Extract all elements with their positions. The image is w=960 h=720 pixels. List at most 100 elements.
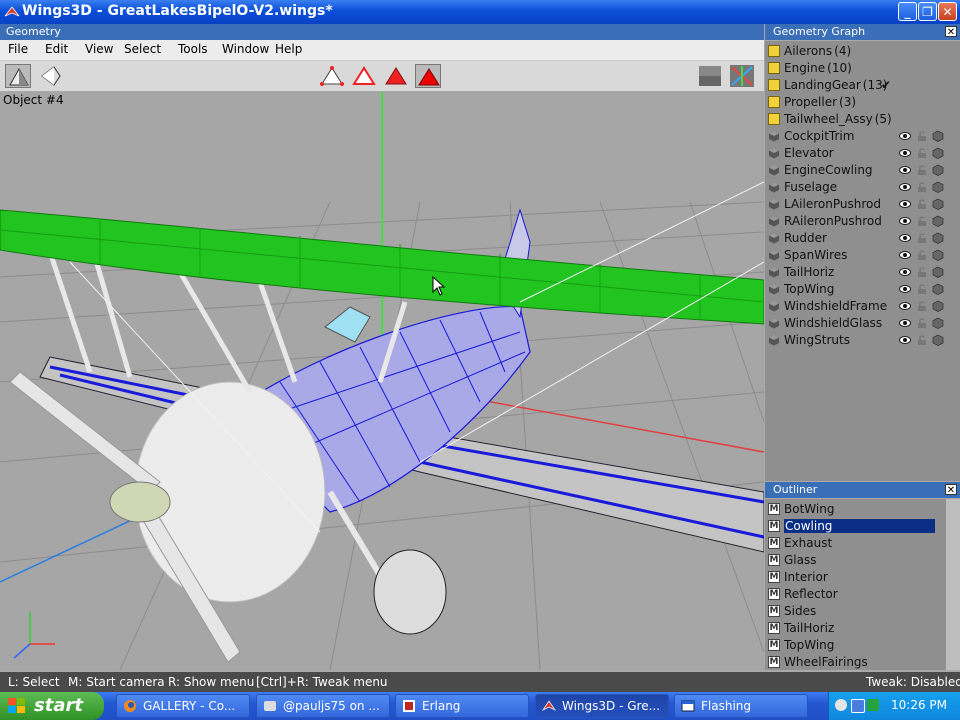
folder-count: (10) [827, 61, 852, 75]
maximize-button[interactable]: ❐ [918, 2, 937, 21]
graph-object-windshieldglass[interactable]: WindshieldGlass [765, 315, 960, 332]
wire-cube-icon[interactable] [932, 164, 944, 176]
visibility-eye-icon[interactable] [899, 283, 911, 295]
visibility-eye-icon[interactable] [899, 198, 911, 210]
wire-cube-icon[interactable] [932, 130, 944, 142]
groundplane-toggle-button[interactable] [697, 64, 723, 88]
graph-object-spanwires[interactable]: SpanWires [765, 247, 960, 264]
graph-object-laileronpushrod[interactable]: LAileronPushrod [765, 196, 960, 213]
lock-icon[interactable] [916, 232, 928, 244]
outliner-item-topwing[interactable]: M TopWing [765, 637, 960, 654]
outliner-item-cowling[interactable]: M Cowling [765, 518, 960, 535]
graph-folder-tailwheel[interactable]: Tailwheel_Assy (5) [765, 111, 960, 128]
graph-folder-ailerons[interactable]: Ailerons (4) [765, 43, 960, 60]
menu-select[interactable]: Select [124, 42, 161, 56]
graph-object-tailhoriz[interactable]: TailHoriz [765, 264, 960, 281]
body-mode-button[interactable] [415, 64, 441, 88]
geometry-graph-close-button[interactable]: ✕ [945, 26, 957, 38]
lock-icon[interactable] [916, 215, 928, 227]
lock-icon[interactable] [916, 266, 928, 278]
task-wings3d[interactable]: Wings3D - Gre... [535, 694, 669, 718]
menu-window[interactable]: Window [222, 42, 269, 56]
wire-cube-icon[interactable] [932, 283, 944, 295]
lock-icon[interactable] [916, 147, 928, 159]
graph-folder-engine[interactable]: Engine (10) [765, 60, 960, 77]
lock-icon[interactable] [916, 283, 928, 295]
wire-cube-icon[interactable] [932, 181, 944, 193]
task-erlang[interactable]: Erlang [395, 694, 529, 718]
graph-object-elevator[interactable]: Elevator [765, 145, 960, 162]
tray-help-icon[interactable] [835, 699, 847, 711]
wire-cube-icon[interactable] [932, 249, 944, 261]
edge-mode-button[interactable] [351, 64, 377, 88]
graph-object-rudder[interactable]: Rudder [765, 230, 960, 247]
tray-security-icon[interactable] [867, 699, 879, 711]
outliner-item-glass[interactable]: M Glass [765, 552, 960, 569]
outliner-item-sides[interactable]: M Sides [765, 603, 960, 620]
close-button[interactable]: ✕ [938, 2, 957, 21]
visibility-eye-icon[interactable] [899, 232, 911, 244]
visibility-eye-icon[interactable] [899, 249, 911, 261]
tray-network-icon[interactable] [851, 699, 865, 713]
visibility-eye-icon[interactable] [899, 317, 911, 329]
outliner-close-button[interactable]: ✕ [945, 484, 957, 496]
face-mode-button[interactable] [383, 64, 409, 88]
wire-cube-icon[interactable] [932, 198, 944, 210]
lock-icon[interactable] [916, 198, 928, 210]
visibility-eye-icon[interactable] [899, 334, 911, 346]
wire-cube-icon[interactable] [932, 215, 944, 227]
lock-icon[interactable] [916, 300, 928, 312]
task-firefox[interactable]: GALLERY - Co... [116, 694, 250, 718]
wire-cube-icon[interactable] [932, 300, 944, 312]
graph-object-fuselage[interactable]: Fuselage [765, 179, 960, 196]
minimize-button[interactable]: _ [898, 2, 917, 21]
graph-folder-propeller[interactable]: Propeller (3) [765, 94, 960, 111]
flat-shading-button[interactable] [38, 64, 64, 88]
menu-edit[interactable]: Edit [45, 42, 68, 56]
outliner-scrollbar[interactable] [946, 499, 960, 670]
lock-icon[interactable] [916, 249, 928, 261]
outliner-item-botwing[interactable]: M BotWing [765, 501, 960, 518]
smooth-shading-button[interactable] [5, 64, 31, 88]
menu-tools[interactable]: Tools [178, 42, 208, 56]
vertex-mode-button[interactable] [319, 64, 345, 88]
menu-help[interactable]: Help [275, 42, 302, 56]
3d-viewport[interactable]: Object #4 [0, 92, 764, 670]
outliner-item-reflector[interactable]: M Reflector [765, 586, 960, 603]
lock-icon[interactable] [916, 317, 928, 329]
outliner-item-tailhoriz[interactable]: M TailHoriz [765, 620, 960, 637]
menu-view[interactable]: View [85, 42, 113, 56]
lock-icon[interactable] [916, 181, 928, 193]
wire-cube-icon[interactable] [932, 232, 944, 244]
lock-icon[interactable] [916, 130, 928, 142]
task-chat[interactable]: @pauljs75 on ... [256, 694, 390, 718]
visibility-eye-icon[interactable] [899, 266, 911, 278]
wire-cube-icon[interactable] [932, 334, 944, 346]
outliner-item-exhaust[interactable]: M Exhaust [765, 535, 960, 552]
graph-object-windshieldframe[interactable]: WindshieldFrame [765, 298, 960, 315]
graph-object-cockpittrim[interactable]: CockpitTrim [765, 128, 960, 145]
outliner-item-interior[interactable]: M Interior [765, 569, 960, 586]
graph-object-raileronpushrod[interactable]: RAileronPushrod [765, 213, 960, 230]
wire-cube-icon[interactable] [932, 317, 944, 329]
lock-icon[interactable] [916, 334, 928, 346]
visibility-eye-icon[interactable] [899, 215, 911, 227]
visibility-eye-icon[interactable] [899, 300, 911, 312]
graph-object-enginecowling[interactable]: EngineCowling [765, 162, 960, 179]
object-cube-icon [769, 250, 779, 261]
visibility-eye-icon[interactable] [899, 130, 911, 142]
visibility-eye-icon[interactable] [899, 147, 911, 159]
axes-toggle-button[interactable] [729, 64, 755, 88]
wire-cube-icon[interactable] [932, 266, 944, 278]
lock-icon[interactable] [916, 164, 928, 176]
graph-folder-landinggear[interactable]: LandingGear (13) ✔ [765, 77, 960, 94]
graph-object-wingstruts[interactable]: WingStruts [765, 332, 960, 349]
start-button[interactable]: start [0, 692, 104, 720]
task-flashing[interactable]: Flashing [674, 694, 808, 718]
menu-file[interactable]: File [8, 42, 28, 56]
graph-object-topwing[interactable]: TopWing [765, 281, 960, 298]
outliner-item-wheelfairings[interactable]: M WheelFairings [765, 654, 960, 671]
wire-cube-icon[interactable] [932, 147, 944, 159]
visibility-eye-icon[interactable] [899, 181, 911, 193]
visibility-eye-icon[interactable] [899, 164, 911, 176]
